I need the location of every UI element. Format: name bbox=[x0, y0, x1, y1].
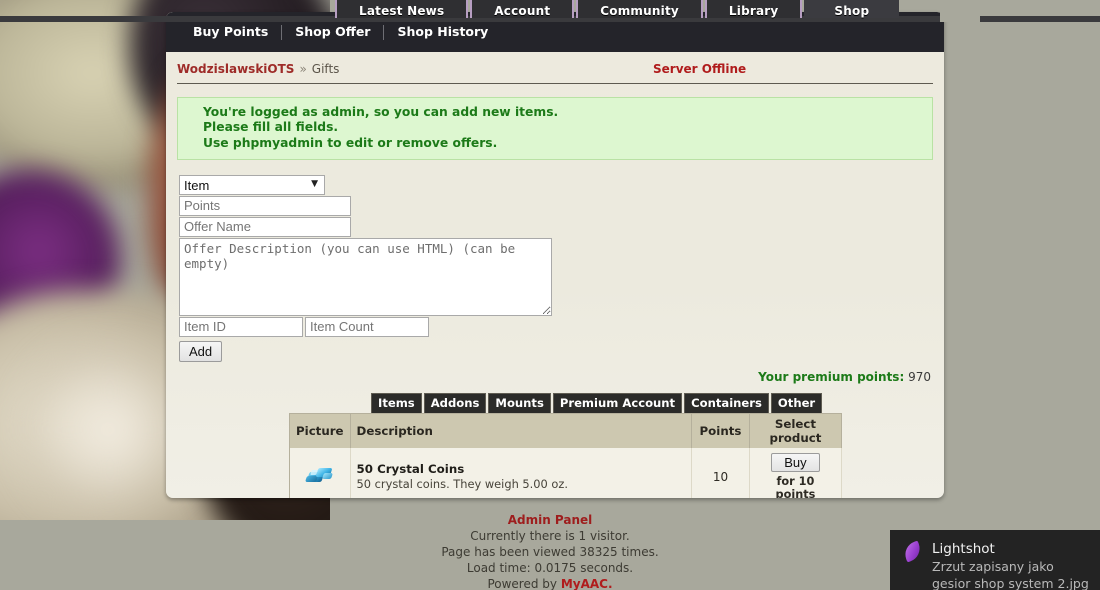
site-nav-tab-label: Library bbox=[729, 4, 779, 18]
admin-notice-line: Use phpmyadmin to edit or remove offers. bbox=[203, 136, 932, 151]
shop-table-header: Picture Description Points Select produc… bbox=[290, 413, 842, 448]
offer-type-select[interactable]: ItemAddonMountPremium AccountContainerOt… bbox=[179, 175, 325, 195]
server-status-badge: Server Offline bbox=[653, 62, 746, 76]
site-nav-tab-library[interactable]: Library bbox=[705, 0, 803, 18]
shop-table-body: 50 Crystal Coins 50 crystal coins. They … bbox=[290, 448, 842, 498]
points-input[interactable] bbox=[179, 196, 351, 216]
breadcrumb-home-link[interactable]: WodzislawskiOTS bbox=[177, 62, 294, 76]
column-header-points: Points bbox=[692, 413, 750, 448]
footer-title: Admin Panel bbox=[0, 512, 1100, 528]
site-nav-tab-label: Account bbox=[494, 4, 550, 18]
category-tabs: Items Addons Mounts Premium Account Cont… bbox=[177, 393, 933, 413]
lightshot-message: Zrzut zapisany jako bbox=[932, 558, 1089, 575]
premium-points-top: Your premium points: 970 bbox=[177, 370, 933, 384]
breadcrumb-current: Gifts bbox=[312, 62, 340, 76]
product-select-cell: Buy for 10 points bbox=[749, 448, 841, 498]
column-header-select: Select product bbox=[749, 413, 841, 448]
subnav-item-shop-offer[interactable]: Shop Offer bbox=[282, 25, 383, 39]
offer-name-input[interactable] bbox=[179, 217, 351, 237]
site-nav-tab-latest-news[interactable]: Latest News bbox=[335, 0, 468, 18]
admin-notice-line: Please fill all fields. bbox=[203, 120, 932, 135]
admin-notice-line: You're logged as admin, so you can add n… bbox=[203, 105, 932, 120]
product-points-cell: 10 bbox=[692, 448, 750, 498]
category-tab-containers[interactable]: Containers bbox=[684, 393, 769, 413]
site-nav-tab-label: Community bbox=[600, 4, 679, 18]
shop-products-table: Picture Description Points Select produc… bbox=[289, 413, 842, 498]
breadcrumb-separator: » bbox=[294, 62, 311, 76]
product-name: 50 Crystal Coins bbox=[357, 462, 685, 476]
lightshot-toast[interactable]: Lightshot Zrzut zapisany jako gesior sho… bbox=[890, 530, 1100, 590]
admin-notice: You're logged as admin, so you can add n… bbox=[177, 97, 933, 160]
site-nav-tab-label: Latest News bbox=[359, 4, 444, 18]
offer-type-select-wrapper: ItemAddonMountPremium AccountContainerOt… bbox=[177, 175, 325, 195]
column-header-description: Description bbox=[350, 413, 691, 448]
crystal-coin-icon bbox=[305, 464, 335, 486]
product-description-cell: 50 Crystal Coins 50 crystal coins. They … bbox=[350, 448, 691, 498]
subnav-item-buy-points[interactable]: Buy Points bbox=[180, 25, 281, 39]
premium-points-value: 970 bbox=[908, 370, 931, 384]
premium-points-label: Your premium points: bbox=[758, 370, 904, 384]
buy-price-label: for 10 points bbox=[756, 475, 835, 498]
category-tab-addons[interactable]: Addons bbox=[424, 393, 487, 413]
category-tab-premium-account[interactable]: Premium Account bbox=[553, 393, 682, 413]
add-offer-button[interactable]: Add bbox=[179, 341, 222, 362]
lightshot-title: Lightshot bbox=[932, 541, 1089, 558]
site-navigation: Latest News Account Community Library Sh… bbox=[0, 0, 1100, 18]
site-nav-tab-label: Shop bbox=[834, 4, 869, 18]
site-nav-tab-shop[interactable]: Shop bbox=[804, 0, 899, 18]
column-header-picture: Picture bbox=[290, 413, 351, 448]
subnav-item-shop-history[interactable]: Shop History bbox=[384, 25, 501, 39]
product-description: 50 crystal coins. They weigh 5.00 oz. bbox=[357, 477, 685, 491]
buy-button[interactable]: Buy bbox=[771, 453, 819, 472]
item-id-input[interactable] bbox=[179, 317, 303, 337]
footer-myaac-link[interactable]: MyAAC. bbox=[561, 577, 613, 590]
table-header-row: Picture Description Points Select produc… bbox=[290, 413, 842, 448]
category-tab-mounts[interactable]: Mounts bbox=[488, 393, 550, 413]
lightshot-filename: gesior shop system 2.jpg bbox=[932, 575, 1089, 590]
breadcrumb: WodzislawskiOTS » Gifts Server Offline bbox=[177, 62, 933, 84]
category-tab-other[interactable]: Other bbox=[771, 393, 822, 413]
footer-powered-prefix: Powered by bbox=[487, 577, 560, 590]
category-tab-items[interactable]: Items bbox=[371, 393, 422, 413]
table-row: 50 Crystal Coins 50 crystal coins. They … bbox=[290, 448, 842, 498]
add-offer-form: ItemAddonMountPremium AccountContainerOt… bbox=[177, 175, 933, 362]
item-count-input[interactable] bbox=[305, 317, 429, 337]
offer-description-textarea[interactable] bbox=[179, 238, 552, 316]
content-panel: Buy Points Shop Offer Shop History Wodzi… bbox=[166, 12, 944, 498]
site-nav-right-cap bbox=[940, 0, 980, 22]
feather-icon bbox=[902, 541, 924, 563]
product-picture-cell bbox=[290, 448, 351, 498]
item-id-row bbox=[179, 317, 933, 337]
site-nav-tabs: Latest News Account Community Library Sh… bbox=[335, 0, 901, 18]
site-nav-tab-account[interactable]: Account bbox=[470, 0, 574, 18]
lightshot-toast-text: Lightshot Zrzut zapisany jako gesior sho… bbox=[932, 541, 1089, 590]
site-nav-tab-community[interactable]: Community bbox=[576, 0, 703, 18]
